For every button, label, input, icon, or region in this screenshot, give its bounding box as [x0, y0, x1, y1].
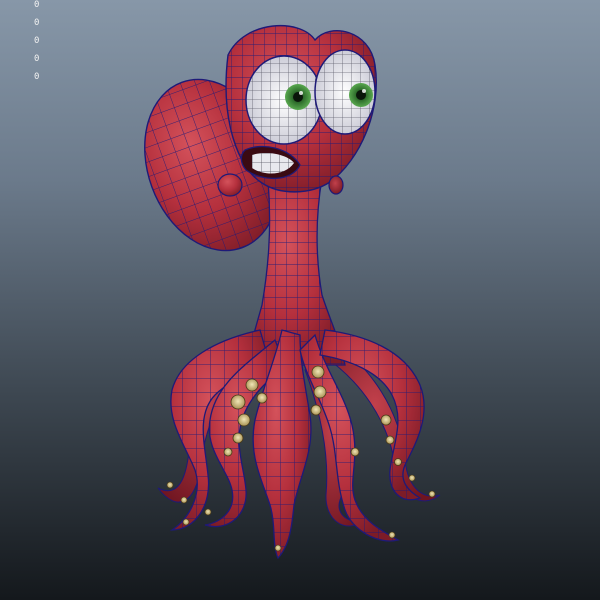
- octopus-model[interactable]: [0, 0, 600, 600]
- siphon-left: [217, 173, 243, 197]
- siphon-right: [328, 175, 344, 195]
- eye-right: [314, 49, 376, 135]
- eye-left: [245, 55, 323, 145]
- front-tentacles: [169, 329, 425, 560]
- 3d-viewport[interactable]: 0 0 0 0 0: [0, 0, 600, 600]
